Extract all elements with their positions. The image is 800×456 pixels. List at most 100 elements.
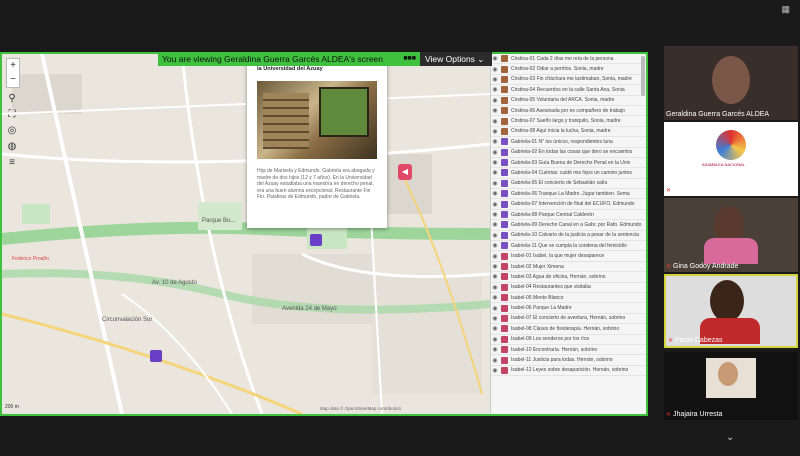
list-item[interactable]: ◉ Isabel-12 Leyes sobre desaparición. Her… (491, 366, 646, 377)
visibility-eye-icon[interactable]: ◉ (491, 242, 499, 249)
photo-bookshelf (263, 93, 309, 149)
media-type-icon (501, 283, 508, 291)
visibility-eye-icon[interactable]: ◉ (491, 97, 499, 104)
list-item[interactable]: ◉ Gabriela-05 El concierto de Sebastián s… (491, 179, 646, 190)
media-type-icon (501, 179, 508, 187)
visibility-eye-icon[interactable]: ◉ (491, 294, 499, 301)
search-icon[interactable]: ⚲ (5, 92, 19, 106)
media-type-icon (501, 55, 508, 63)
visibility-eye-icon[interactable]: ◉ (491, 284, 499, 291)
list-item-label: Gabriela-03 Guía Buena de Derecho Penal … (511, 159, 631, 166)
media-type-icon (501, 159, 508, 167)
list-item[interactable]: ◉ Isabel-11 Justicia para todas. Hernán, … (491, 355, 646, 366)
media-type-icon (501, 314, 508, 322)
list-item[interactable]: ◉ Gabriela-01 N° los únicos, respondiente… (491, 137, 646, 148)
visibility-eye-icon[interactable]: ◉ (491, 211, 499, 218)
list-item-label: Cristina-03 Fin cháchara me lastimaban, … (511, 76, 632, 83)
visibility-eye-icon[interactable]: ◉ (491, 190, 499, 197)
list-item[interactable]: ◉ Cristina-07 Sueño largo y tranquilo, So… (491, 116, 646, 127)
list-item[interactable]: ◉ Gabriela-09 Derecho Canal en a Gabr. po… (491, 220, 646, 231)
compass-icon[interactable]: ◍ (5, 140, 19, 154)
participant-tile-2[interactable]: ASAMBLEA NACIONAL ✕ FOTOGRAFIA OFICIAL AS… (664, 122, 799, 196)
list-item[interactable]: ◉ Cristina-01 Cada 2 días me reía de la p… (491, 54, 646, 65)
participant-name: FOTOGRAFIA OFICIAL ASAMBLEA N... (673, 187, 799, 194)
visibility-eye-icon[interactable]: ◉ (491, 325, 499, 332)
visibility-eye-icon[interactable]: ◉ (491, 273, 499, 280)
list-item[interactable]: ◉ Gabriela-04 Cuéntas: cuidé mis hijos un… (491, 168, 646, 179)
list-item[interactable]: ◉ Isabel-07 El concierto de aventura, Her… (491, 314, 646, 325)
list-item[interactable]: ◉ Isabel-05 Mente Blanco (491, 293, 646, 304)
participant-tile-1[interactable]: Geraldina Guerra Garcés ALDEA (664, 46, 798, 120)
visibility-eye-icon[interactable]: ◉ (491, 263, 499, 270)
participant-tile-5[interactable]: ✕ Jhajaira Urresta (664, 352, 798, 420)
visibility-eye-icon[interactable]: ◉ (491, 367, 499, 374)
list-item[interactable]: ◉ Cristina-03 Fin cháchara me lastimaban,… (491, 75, 646, 86)
list-item[interactable]: ◉ Cristina-08 Aquí inicia la lucha, Sonia… (491, 127, 646, 138)
list-item[interactable]: ◉ Isabel-04 Restaurantes que visitaba (491, 283, 646, 293)
layers-icon[interactable]: ≡ (5, 156, 19, 170)
visibility-eye-icon[interactable]: ◉ (491, 180, 499, 187)
map-marker-speaker[interactable]: ◀ (398, 164, 412, 180)
fullscreen-icon[interactable]: ⛶ (5, 108, 19, 122)
chevron-down-icon[interactable]: ⌄ (726, 432, 734, 443)
visibility-eye-icon[interactable]: ◉ (491, 232, 499, 239)
visibility-eye-icon[interactable]: ◉ (491, 169, 499, 176)
visibility-eye-icon[interactable]: ◉ (491, 86, 499, 93)
visibility-eye-icon[interactable]: ◉ (491, 201, 499, 208)
list-item[interactable]: ◉ Cristina-06 Asesinada por ex compañero … (491, 106, 646, 117)
list-item[interactable]: ◉ Gabriela-06 Tranque La Madre. Jugar tam… (491, 189, 646, 200)
screen-share-banner: You are viewing Geraldina Guerra Garcés … (158, 52, 420, 66)
visibility-eye-icon[interactable]: ◉ (491, 315, 499, 322)
media-type-icon (501, 169, 508, 177)
list-item[interactable]: ◉ Isabel-08 Clases de fisioterapia. Herná… (491, 324, 646, 335)
list-item[interactable]: ◉ Cristina-02 Odiar a perritos. Sonia, ma… (491, 64, 646, 75)
visibility-eye-icon[interactable]: ◉ (491, 128, 499, 135)
list-item[interactable]: ◉ Gabriela-07 Intervención de final del E… (491, 199, 646, 210)
list-item[interactable]: ◉ Gabriela-02 En todas las cosas que dero… (491, 148, 646, 158)
list-item[interactable]: ◉ Isabel-01 Isabel, la que mujer desapare… (491, 251, 646, 262)
list-item[interactable]: ◉ Gabriela-10 Calvario de la justicia a p… (491, 231, 646, 242)
map-canvas[interactable]: Parque Bo... Circunvalación Sur Av. 10 d… (2, 54, 490, 414)
visibility-eye-icon[interactable]: ◉ (491, 336, 499, 343)
gallery-layout-icon[interactable]: ▦ (781, 4, 790, 15)
list-item[interactable]: ◉ Gabriela-03 Guía Buena de Derecho Penal… (491, 158, 646, 169)
visibility-eye-icon[interactable]: ◉ (491, 253, 499, 260)
visibility-eye-icon[interactable]: ◉ (491, 76, 499, 83)
visibility-eye-icon[interactable]: ◉ (491, 149, 499, 156)
locate-icon[interactable]: ◎ (5, 124, 19, 138)
visibility-eye-icon[interactable]: ◉ (491, 159, 499, 166)
list-item[interactable]: ◉ Isabel-03 Agua de oficina, Hernán, sobr… (491, 272, 646, 283)
visibility-eye-icon[interactable]: ◉ (491, 221, 499, 228)
visibility-eye-icon[interactable]: ◉ (491, 346, 499, 353)
list-item[interactable]: ◉ Isabel-06 Parque La Madre (491, 303, 646, 314)
zoom-control[interactable]: + − (6, 58, 20, 88)
visibility-eye-icon[interactable]: ◉ (491, 305, 499, 312)
participant-tile-3[interactable]: ✕ Gina Godoy Andrade (664, 198, 798, 272)
map-marker-purple-2[interactable] (150, 350, 162, 362)
map-marker-purple-1[interactable] (310, 234, 322, 246)
list-item[interactable]: ◉ Cristina-05 Voluntaria del ARCA. Sonia,… (491, 96, 646, 106)
story-list[interactable]: ◉ Cristina-01 Cada 2 días me reía de la p… (490, 54, 646, 414)
list-item-label: Gabriela-11 Que se cumpla la condena del… (511, 242, 627, 249)
list-item[interactable]: ◉ Isabel-02 Mujer Ximena (491, 262, 646, 273)
list-item[interactable]: ◉ Isabel-09 Los senderos por los ríos (491, 335, 646, 345)
visibility-eye-icon[interactable]: ◉ (491, 55, 499, 62)
participant-tile-4-active-speaker[interactable]: ✕ Pacto Cabezas (664, 274, 798, 348)
list-item[interactable]: ◉ Gabriela-08 Parque Central Calderón (491, 210, 646, 221)
list-scrollbar[interactable] (641, 56, 645, 96)
view-options-button[interactable]: View Options ⌄ (420, 52, 492, 66)
zoom-in-button[interactable]: + (7, 59, 19, 73)
list-item[interactable]: ◉ Isabel-10 Encontraría. Hernán, sobrino (491, 345, 646, 356)
visibility-eye-icon[interactable]: ◉ (491, 66, 499, 73)
visibility-eye-icon[interactable]: ◉ (491, 357, 499, 364)
visibility-eye-icon[interactable]: ◉ (491, 118, 499, 125)
participant-name: Geraldina Guerra Garcés ALDEA (666, 111, 770, 118)
list-item-label: Isabel-07 El concierto de aventura, Hern… (511, 315, 626, 322)
zoom-out-button[interactable]: − (7, 73, 19, 87)
media-type-icon (501, 273, 508, 281)
asamblea-logo-icon (716, 130, 746, 160)
list-item[interactable]: ◉ Cristina-04 Recuerdos en la calle Santa… (491, 85, 646, 96)
list-item[interactable]: ◉ Gabriela-11 Que se cumpla la condena de… (491, 241, 646, 252)
visibility-eye-icon[interactable]: ◉ (491, 138, 499, 145)
visibility-eye-icon[interactable]: ◉ (491, 107, 499, 114)
